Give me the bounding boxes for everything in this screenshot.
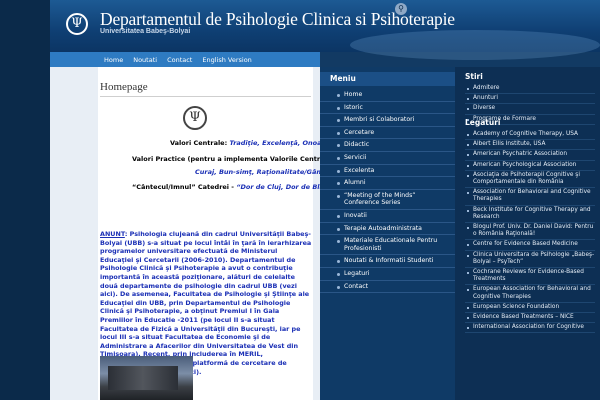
valori-centrale-value: Tradiţie, Excelenţă, Onoare (229, 139, 330, 147)
valori-centrale: Valori Centrale: Tradiţie, Excelenţă, On… (170, 139, 329, 147)
cantecul: “Cântecul/Imnul” Catedrei - “Dor de Cluj… (132, 183, 337, 191)
site-subtitle: Universitatea Babeş-Bolyai (100, 28, 191, 35)
menu-item-noutati[interactable]: Noutati & Informatii Studenti (320, 255, 455, 268)
nav-item-noutati[interactable]: Noutati (133, 56, 157, 64)
nav-item-home[interactable]: Home (104, 56, 123, 64)
anunt-paragraph: ANUNT: Psihologia clujeană din cadrul Un… (100, 230, 312, 376)
right-sidebar: Stiri Admitere Anunturi Diverse Programe… (455, 67, 600, 400)
cantecul-label: “Cântecul/Imnul” Catedrei - (132, 183, 234, 191)
header-decoration (350, 30, 600, 60)
legaturi-item[interactable]: Academy of Cognitive Therapy, USA (465, 130, 595, 141)
menu-heading: Meniu (320, 72, 455, 86)
menu-item-excelenta[interactable]: Excelenta (320, 165, 455, 178)
menu-item-materiale[interactable]: Materiale Educationale Pentru Profesioni… (320, 235, 455, 256)
psi-logo-icon[interactable]: Ψ (66, 13, 88, 35)
menu-item-legaturi[interactable]: Legaturi (320, 268, 455, 281)
legaturi-item[interactable]: Beck Institute for Cognitive Therapy and… (465, 206, 595, 224)
nav-item-contact[interactable]: Contact (167, 56, 192, 64)
menu-item-membri[interactable]: Membri si Colaboratori (320, 114, 455, 127)
menu-list: Home Istoric Membri si Colaboratori Cerc… (320, 89, 455, 294)
title-divider (100, 96, 311, 97)
menu-item-alumni[interactable]: Alumni (320, 177, 455, 190)
legaturi-item[interactable]: Clinica Universitara de Psihologie „Babe… (465, 251, 595, 269)
legaturi-heading: Legaturi (465, 118, 501, 127)
legaturi-item[interactable]: Cochrane Reviews for Evidence-Based Trea… (465, 268, 595, 286)
legaturi-item[interactable]: Association for Behavioral and Cognitive… (465, 188, 595, 206)
photo-detail (108, 366, 178, 390)
stiri-item[interactable]: Anunturi (465, 94, 595, 105)
legaturi-item[interactable]: European Association for Behavioral and … (465, 285, 595, 303)
valori-practice-label: Valori Practice (pentru a implementa Val… (132, 155, 337, 163)
menu-item-cercetare[interactable]: Cercetare (320, 127, 455, 140)
stiri-item[interactable]: Admitere (465, 84, 595, 95)
legaturi-item[interactable]: Evidence Based Treatments – NICE (465, 313, 595, 324)
menu-item-home[interactable]: Home (320, 89, 455, 102)
top-nav: Home Noutati Contact English Version (50, 52, 320, 67)
stiri-heading: Stiri (465, 72, 483, 81)
anunt-label[interactable]: ANUNT (100, 230, 125, 238)
menu-item-istoric[interactable]: Istoric (320, 102, 455, 115)
legaturi-item[interactable]: Centre for Evidence Based Medicine (465, 240, 595, 251)
legaturi-item[interactable]: Blogul Prof. Univ. Dr. Daniel David: Pen… (465, 223, 595, 241)
legaturi-item[interactable]: Asociaţia de Psihoterapii Cognitive şi C… (465, 171, 595, 189)
menu-item-contact[interactable]: Contact (320, 281, 455, 294)
menu-item-meeting[interactable]: “Meeting of the Minds” Conference Series (320, 190, 455, 210)
legaturi-item[interactable]: International Association for Cognitive (465, 323, 595, 334)
menu-item-inovatii[interactable]: Inovatii (320, 210, 455, 223)
valori-centrale-label: Valori Centrale: (170, 139, 228, 147)
building-photo (100, 356, 193, 400)
legaturi-item[interactable]: American Psychological Association (465, 161, 595, 171)
page: Ψ Departamentul de Psihologie Clinica si… (50, 0, 600, 400)
menu-item-didactic[interactable]: Didactic (320, 139, 455, 152)
menu-item-terapie[interactable]: Terapie Autoadministrata (320, 223, 455, 236)
stiri-item[interactable]: Diverse (465, 104, 595, 115)
site-header: Ψ Departamentul de Psihologie Clinica si… (50, 0, 600, 60)
psi-emblem-icon: Ψ (183, 106, 207, 130)
anunt-text: : Psihologia clujeană din cadrul Univers… (100, 230, 312, 376)
nav-item-english[interactable]: English Version (202, 56, 251, 64)
legaturi-item[interactable]: Albert Ellis Institute, USA (465, 140, 595, 151)
page-title: Homepage (100, 81, 148, 93)
menu-item-servicii[interactable]: Servicii (320, 152, 455, 165)
legaturi-item[interactable]: European Science Foundation (465, 303, 595, 314)
menu-sidebar: Meniu Home Istoric Membri si Colaborator… (320, 67, 455, 400)
legaturi-item[interactable]: American Psychatric Association (465, 150, 595, 161)
search-icon[interactable]: ⚲ (395, 3, 407, 15)
legaturi-list: Academy of Cognitive Therapy, USA Albert… (465, 130, 595, 334)
